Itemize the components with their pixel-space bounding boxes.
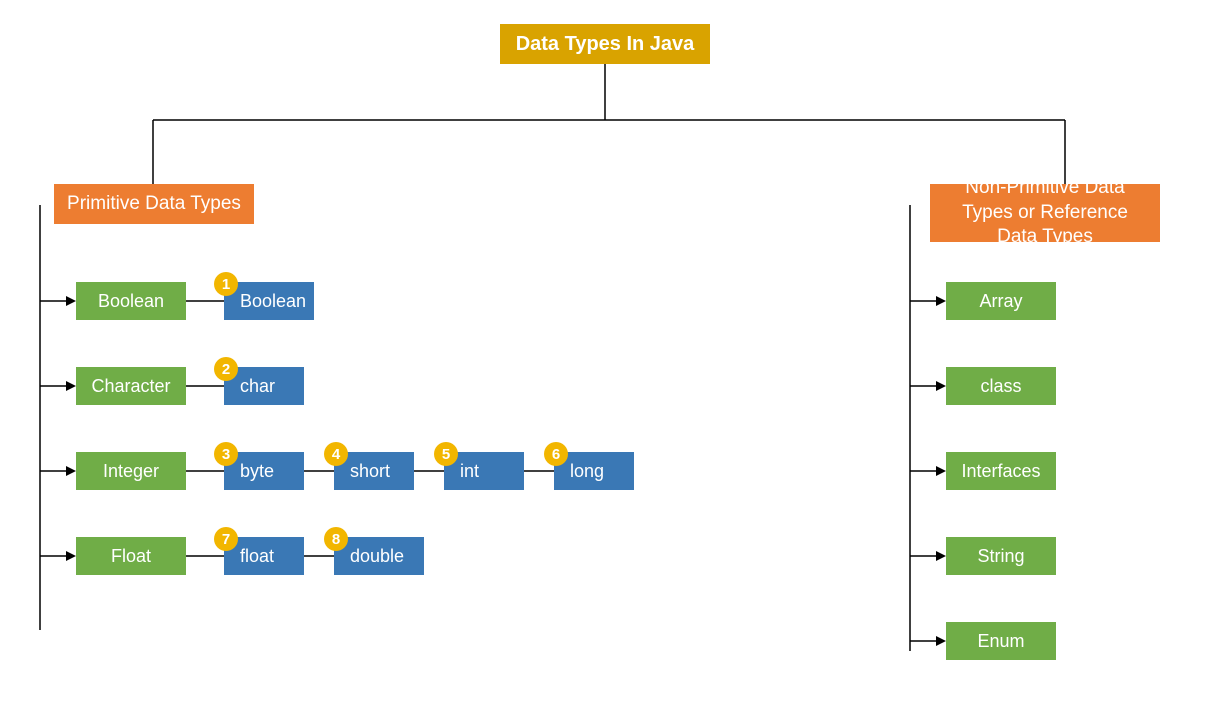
np-class: class bbox=[946, 367, 1056, 405]
np-array: Array bbox=[946, 282, 1056, 320]
badge-3: 3 bbox=[214, 442, 238, 466]
root-title: Data Types In Java bbox=[500, 24, 710, 64]
connector-lines bbox=[0, 0, 1210, 703]
np-enum: Enum bbox=[946, 622, 1056, 660]
badge-5: 5 bbox=[434, 442, 458, 466]
badge-7: 7 bbox=[214, 527, 238, 551]
category-character: Character bbox=[76, 367, 186, 405]
badge-4: 4 bbox=[324, 442, 348, 466]
badge-1: 1 bbox=[214, 272, 238, 296]
category-integer: Integer bbox=[76, 452, 186, 490]
np-interfaces: Interfaces bbox=[946, 452, 1056, 490]
primitive-header: Primitive Data Types bbox=[54, 184, 254, 224]
np-string: String bbox=[946, 537, 1056, 575]
badge-2: 2 bbox=[214, 357, 238, 381]
category-float: Float bbox=[76, 537, 186, 575]
leaf-boolean: Boolean bbox=[224, 282, 314, 320]
badge-8: 8 bbox=[324, 527, 348, 551]
category-boolean: Boolean bbox=[76, 282, 186, 320]
badge-6: 6 bbox=[544, 442, 568, 466]
nonprimitive-header: Non-Primitive Data Types or Reference Da… bbox=[930, 184, 1160, 242]
leaf-double: double bbox=[334, 537, 424, 575]
